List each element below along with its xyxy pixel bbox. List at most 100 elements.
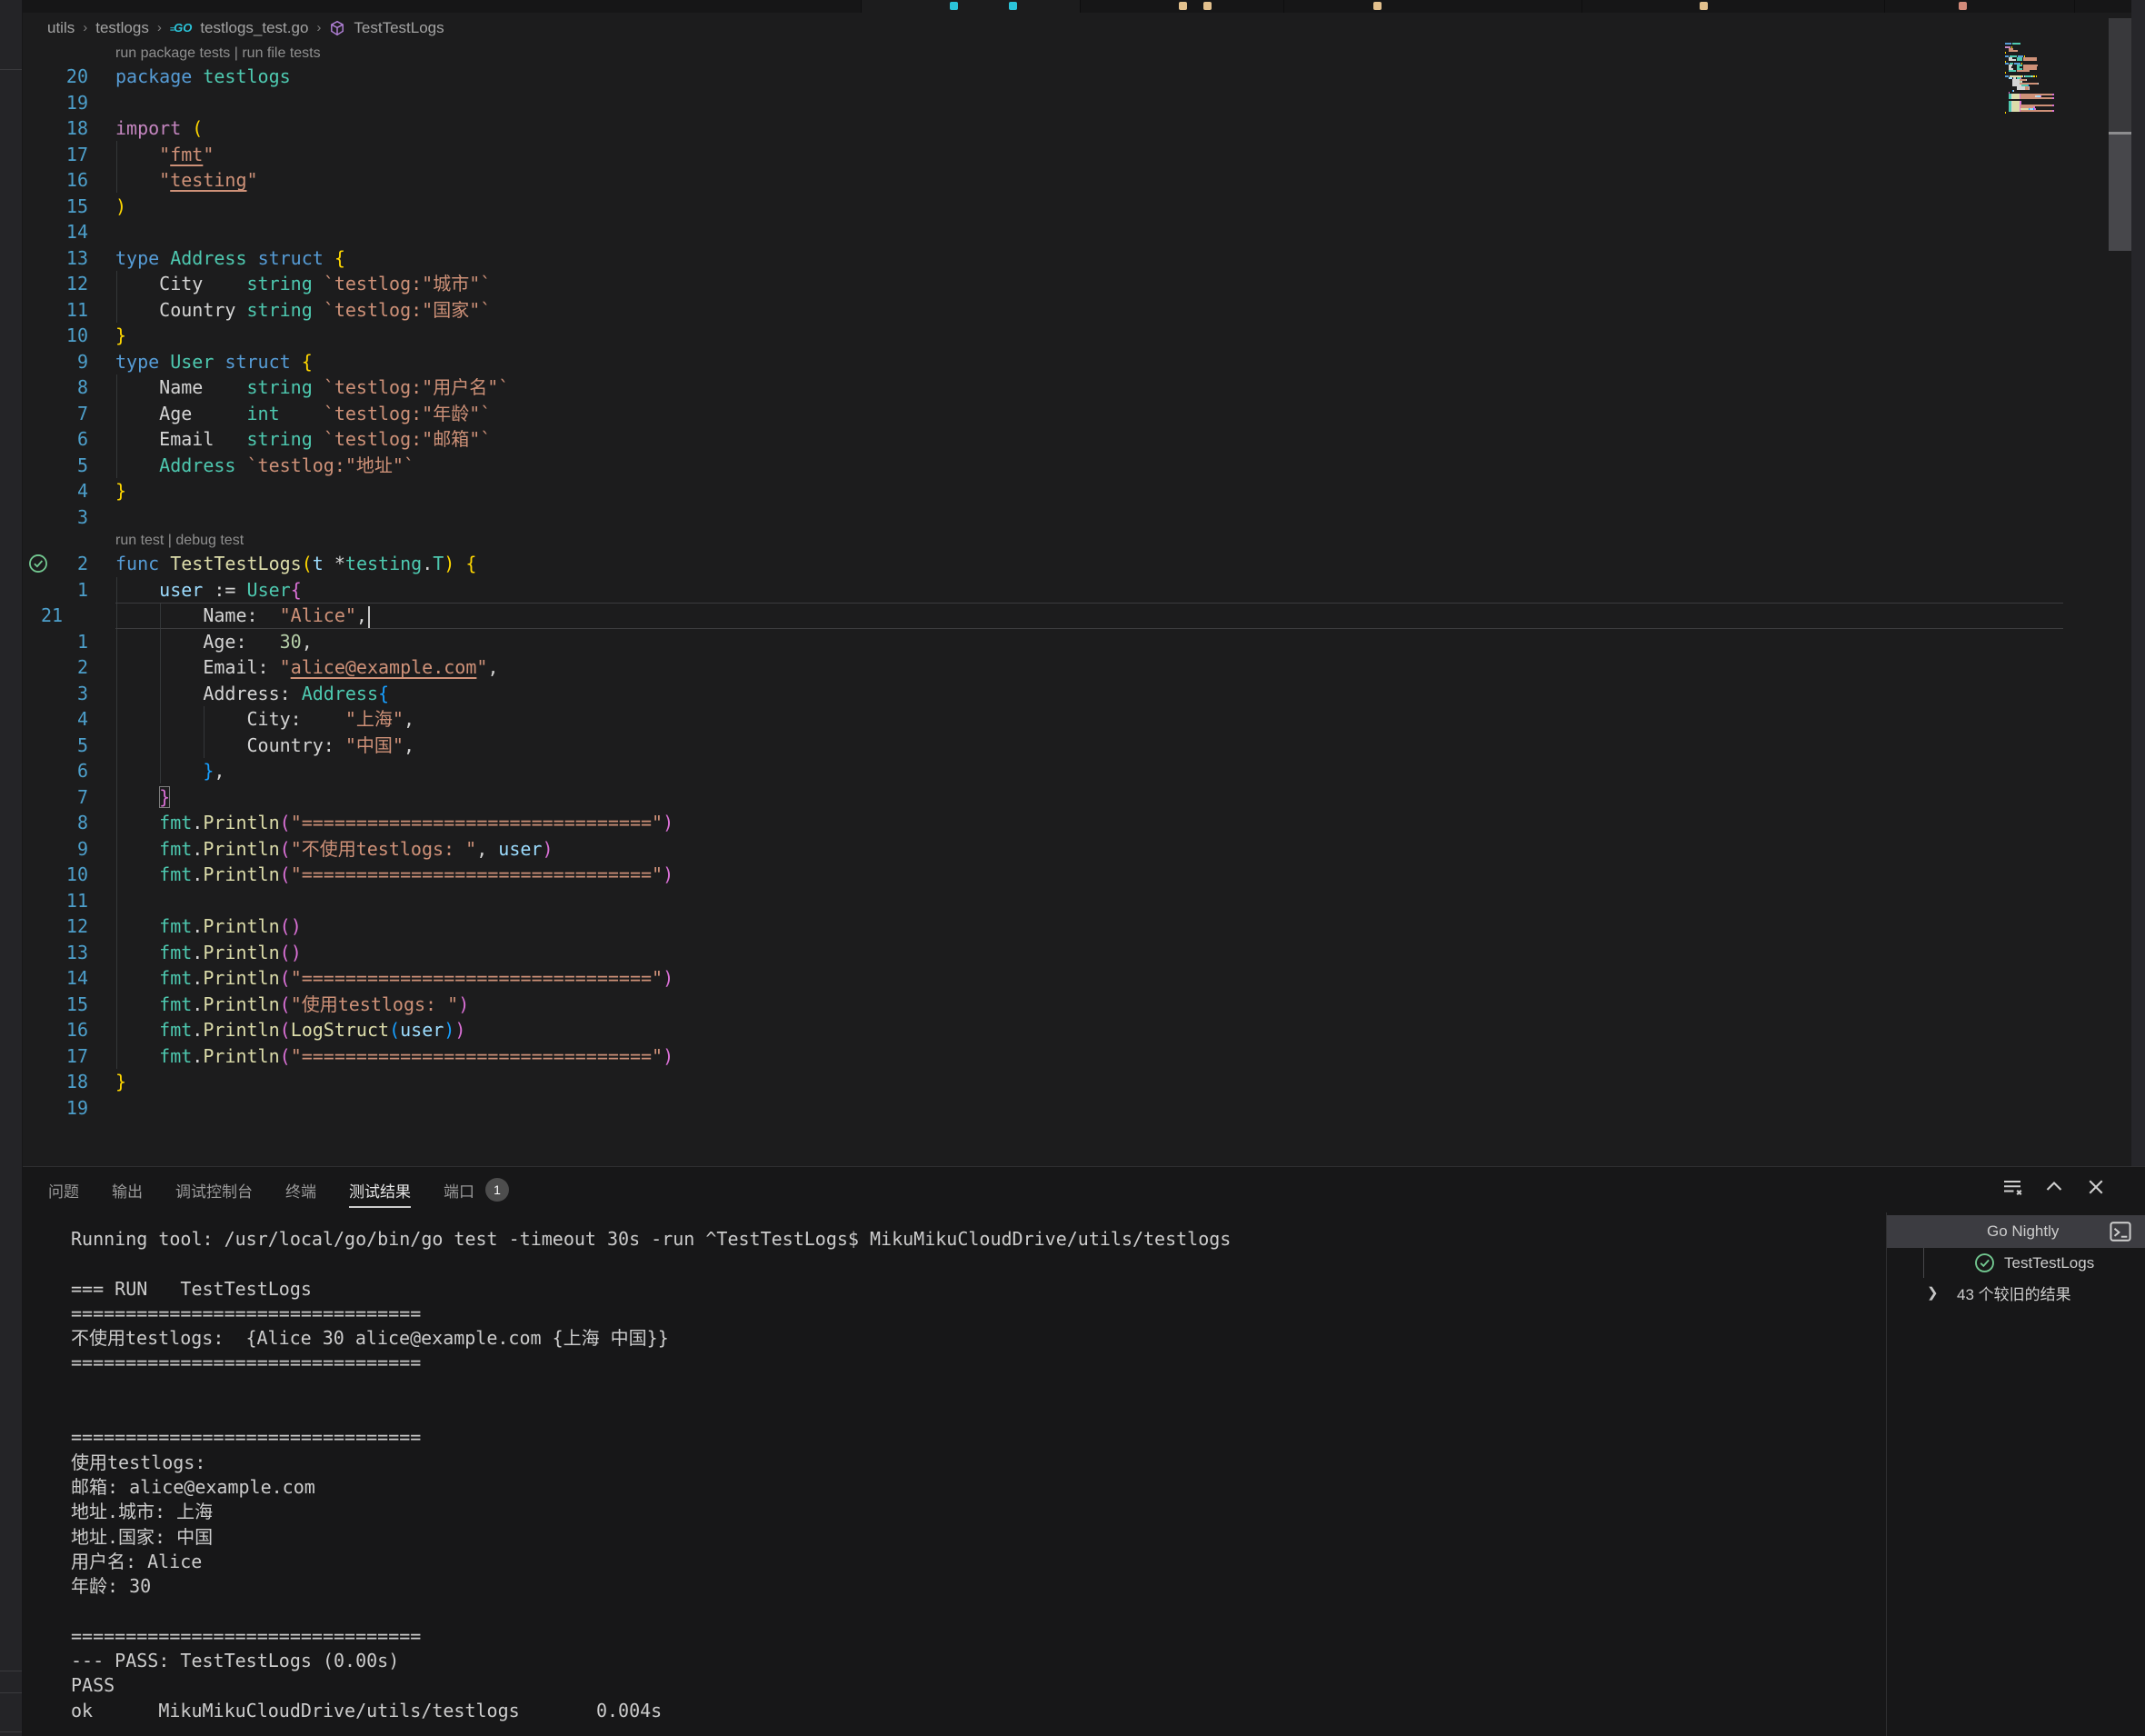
- test-name-label: TestTestLogs: [2004, 1254, 2094, 1272]
- code-text: Country: "中国",: [115, 733, 414, 759]
- code-line[interactable]: 1 user := User{: [23, 577, 2105, 604]
- line-number: 14: [23, 965, 115, 992]
- line-number: 4: [23, 478, 115, 504]
- code-text: Email: "alice@example.com",: [115, 654, 498, 681]
- code-text: type Address struct {: [115, 245, 345, 272]
- line-number: 21: [23, 603, 115, 629]
- tree-item-older-results[interactable]: ❯ 43 个较旧的结果: [1887, 1278, 2145, 1308]
- older-results-label: 43 个较旧的结果: [1957, 1282, 2071, 1304]
- output-line: [71, 1599, 1880, 1623]
- line-number: 5: [23, 453, 115, 479]
- code-line[interactable]: 17 fmt.Println("========================…: [23, 1043, 2105, 1070]
- line-number: 20: [23, 64, 115, 90]
- code-line[interactable]: 3: [23, 504, 2105, 531]
- code-line[interactable]: 7 }: [23, 784, 2105, 811]
- code-editor[interactable]: run package tests | run file tests20pack…: [23, 43, 2105, 1166]
- code-text: Age int `testlog:"年龄"`: [115, 401, 491, 427]
- code-line[interactable]: 4 City: "上海",: [23, 706, 2105, 733]
- panel-tab-调试控制台[interactable]: 调试控制台: [175, 1179, 253, 1202]
- output-line: 地址.城市: 上海: [71, 1500, 1880, 1524]
- code-text: Email string `testlog:"邮箱"`: [115, 426, 491, 453]
- run-in-terminal-icon[interactable]: [2109, 1220, 2132, 1243]
- code-line[interactable]: 21 Name: "Alice",: [23, 603, 2105, 629]
- panel-tab-测试结果[interactable]: 测试结果: [349, 1179, 411, 1202]
- breadcrumb-item-symbol[interactable]: TestTestLogs: [354, 19, 444, 37]
- code-line[interactable]: 7 Age int `testlog:"年龄"`: [23, 401, 2105, 427]
- breadcrumb-item-utils[interactable]: utils: [47, 19, 75, 37]
- scrollbar-slider[interactable]: [2109, 135, 2131, 251]
- codelens[interactable]: run test | debug test: [23, 530, 2105, 551]
- line-number: 15: [23, 194, 115, 220]
- breadcrumb-item-file[interactable]: testlogs_test.go: [200, 19, 308, 37]
- panel-tab-问题[interactable]: 问题: [48, 1179, 79, 1202]
- code-line[interactable]: 10 fmt.Println("========================…: [23, 862, 2105, 888]
- tree-item-test[interactable]: TestTestLogs: [1887, 1248, 2145, 1278]
- code-text: Address: Address{: [115, 681, 389, 707]
- code-line[interactable]: 19: [23, 1095, 2105, 1122]
- tree-item-profile[interactable]: Go Nightly: [1887, 1215, 2145, 1248]
- code-text: "testing": [115, 167, 258, 194]
- close-icon[interactable]: [2085, 1176, 2107, 1198]
- code-line[interactable]: 8 fmt.Println("=========================…: [23, 810, 2105, 836]
- code-line[interactable]: 14 fmt.Println("========================…: [23, 965, 2105, 992]
- code-line[interactable]: 12 City string `testlog:"城市"`: [23, 271, 2105, 297]
- tab-separator: [1080, 0, 1081, 13]
- line-number: 3: [23, 681, 115, 707]
- panel-tab-端口[interactable]: 端口1: [444, 1178, 509, 1202]
- code-line[interactable]: 11: [23, 888, 2105, 914]
- scrollbar-slider[interactable]: [2109, 18, 2131, 133]
- code-line[interactable]: 9type User struct {: [23, 349, 2105, 375]
- code-line[interactable]: 15 fmt.Println("使用testlogs: "): [23, 992, 2105, 1018]
- panel-tab-输出[interactable]: 输出: [112, 1179, 143, 1202]
- test-output[interactable]: Running tool: /usr/local/go/bin/go test …: [71, 1227, 1880, 1723]
- output-line: 地址.国家: 中国: [71, 1525, 1880, 1550]
- output-line: ================================: [71, 1425, 1880, 1450]
- output-line: ================================: [71, 1351, 1880, 1375]
- line-number: 18: [23, 115, 115, 142]
- code-line[interactable]: 12 fmt.Println(): [23, 913, 2105, 940]
- code-line[interactable]: 3 Address: Address{: [23, 681, 2105, 707]
- code-line[interactable]: 2 Email: "alice@example.com",: [23, 654, 2105, 681]
- chevron-up-icon[interactable]: [2043, 1176, 2065, 1198]
- clear-all-icon[interactable]: [2001, 1176, 2023, 1198]
- code-line[interactable]: 4}: [23, 478, 2105, 504]
- line-number: 1: [23, 629, 115, 655]
- code-line[interactable]: 18import (: [23, 115, 2105, 142]
- panel-tab-终端[interactable]: 终端: [285, 1179, 316, 1202]
- code-line[interactable]: 16 "testing": [23, 167, 2105, 194]
- breadcrumb-item-testlogs[interactable]: testlogs: [95, 19, 149, 37]
- code-line[interactable]: 6 },: [23, 758, 2105, 784]
- modified-dot-icon: [1700, 2, 1708, 10]
- code-line[interactable]: 5 Country: "中国",: [23, 733, 2105, 759]
- code-line[interactable]: 13 fmt.Println(): [23, 940, 2105, 966]
- editor-scrollbar[interactable]: [2109, 0, 2131, 1166]
- code-text: fmt.Println("不使用testlogs: ", user): [115, 836, 554, 863]
- code-line[interactable]: 8 Name string `testlog:"用户名"`: [23, 374, 2105, 401]
- code-line[interactable]: 14: [23, 219, 2105, 245]
- output-line: 使用testlogs:: [71, 1451, 1880, 1475]
- codelens[interactable]: run package tests | run file tests: [23, 43, 2105, 64]
- active-tab-bottom[interactable]: [861, 0, 1080, 13]
- code-line[interactable]: 18}: [23, 1069, 2105, 1095]
- code-line[interactable]: 13type Address struct {: [23, 245, 2105, 272]
- code-text: Name string `testlog:"用户名"`: [115, 374, 509, 401]
- minimap[interactable]: [2005, 43, 2069, 115]
- test-results-tree: Go Nightly TestTestLogs ❯ 43 个较旧的结果: [1887, 1215, 2145, 1308]
- code-line[interactable]: 19: [23, 90, 2105, 116]
- code-line[interactable]: 11 Country string `testlog:"国家"`: [23, 297, 2105, 324]
- code-line[interactable]: 9 fmt.Println("不使用testlogs: ", user): [23, 836, 2105, 863]
- profile-label: Go Nightly: [1987, 1222, 2059, 1241]
- code-line[interactable]: 17 "fmt": [23, 142, 2105, 168]
- code-line[interactable]: 15): [23, 194, 2105, 220]
- line-number: 5: [23, 733, 115, 759]
- code-line[interactable]: 10}: [23, 323, 2105, 349]
- code-line[interactable]: 6 Email string `testlog:"邮箱"`: [23, 426, 2105, 453]
- code-line[interactable]: 20package testlogs: [23, 64, 2105, 90]
- breadcrumb: utils › testlogs › ≡GO testlogs_test.go …: [23, 13, 2104, 43]
- code-line[interactable]: 5 Address `testlog:"地址"`: [23, 453, 2105, 479]
- code-line[interactable]: 16 fmt.Println(LogStruct(user)): [23, 1017, 2105, 1043]
- code-line[interactable]: 2func TestTestLogs(t *testing.T) {: [23, 551, 2105, 577]
- test-pass-icon: [1974, 1252, 1995, 1273]
- editor-tab-strip[interactable]: [23, 0, 2145, 13]
- code-line[interactable]: 1 Age: 30,: [23, 629, 2105, 655]
